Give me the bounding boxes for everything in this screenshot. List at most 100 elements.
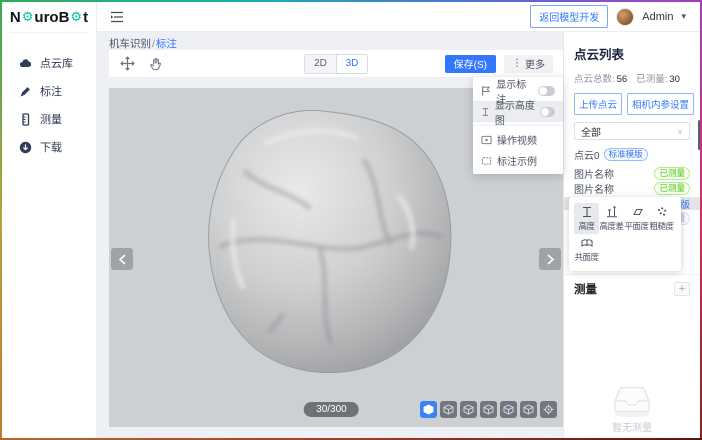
logo: N⚙uroB⚙t [2,2,96,32]
camera-intrinsics-button[interactable]: 相机内参设置 [627,93,694,115]
image-list-row[interactable]: 图片名称 已测量 [564,182,700,195]
mode-2d-button[interactable]: 2D [305,55,336,73]
panel-buttons: 上传点云 相机内参设置 [574,93,690,115]
back-to-model-dev-button[interactable]: 返回模型开发 [530,5,608,28]
total-label: 点云总数: [574,74,615,85]
view-cube-left-button[interactable] [460,401,477,418]
sidebar-item-label: 下载 [40,139,62,155]
pan-move-tool-button[interactable] [119,56,135,72]
pointcloud-panel: 点云列表 点云总数:56 已测量:30 上传点云 相机内参设置 全部 ∨ [563,32,700,438]
measurement-title: 测量 [574,281,597,297]
image-counter: 30/300 [304,402,359,417]
pointcloud-group-row[interactable]: 点云0 标准模版 [574,147,690,162]
flag-icon [481,85,491,97]
upload-pointcloud-button[interactable]: 上传点云 [574,93,622,115]
view-cube-bottom-button[interactable] [520,401,537,418]
measured-label: 已测量: [636,74,667,85]
collapse-sidebar-button[interactable] [109,9,125,25]
tool-label: 平面度 [624,220,648,232]
view-mode-toggle: 2D 3D [304,54,368,74]
view-cube-right-button[interactable] [480,401,497,418]
cloud-icon [19,57,32,70]
measurement-section-header: 测量 + [564,274,700,297]
canvas-toolbar: 2D 3D 保存(S) ⋮ 更多 [109,50,563,77]
mode-3d-button[interactable]: 3D [336,55,367,73]
sidebar-item-pointcloud-library[interactable]: 点云库 [2,49,96,77]
view-cube-back-button[interactable] [440,401,457,418]
show-annotations-toggle[interactable] [538,86,555,96]
pen-icon [19,85,32,98]
menu-item-annotation-example[interactable]: 标注示例 [473,150,563,171]
tool-label: 粗糙度 [649,220,673,232]
hand-icon [149,57,163,71]
tools-grid: 高度 高度差 平面度 [574,203,676,265]
sidebar-item-label: 标注 [40,83,62,99]
gear-icon: ⚙ [69,9,83,25]
tool-coplanarity[interactable]: 共面度 [574,234,599,265]
sidebar-nav: 点云库 标注 测量 下载 [2,49,96,161]
app-window: N⚙uroB⚙t 点云库 标注 测量 下载 [0,0,702,440]
measured-badge: 已测量 [654,167,690,180]
sidebar-item-annotate[interactable]: 标注 [2,77,96,105]
add-measurement-button[interactable]: + [674,282,690,296]
cube-icon [483,404,494,415]
image-list-row[interactable]: 图片名称 已测量 [564,167,700,180]
tool-flatness[interactable]: 平面度 [624,203,649,234]
tool-label: 高度差 [599,220,623,232]
sidebar: N⚙uroB⚙t 点云库 标注 测量 下载 [2,2,97,438]
sidebar-item-download[interactable]: 下载 [2,133,96,161]
view-cube-top-button[interactable] [500,401,517,418]
divider [10,32,88,33]
breadcrumb-current: 标注 [156,38,177,50]
crosshair-icon [543,404,554,415]
tool-label: 共面度 [574,251,598,263]
grab-hand-tool-button[interactable] [148,56,164,72]
sidebar-item-label: 测量 [40,111,62,127]
reset-view-button[interactable] [540,401,557,418]
measured-badge: 已测量 [654,182,690,195]
tooth-3d-model[interactable] [177,102,482,392]
app-root: N⚙uroB⚙t 点云库 标注 测量 下载 [2,2,700,438]
logo-text: t [83,9,88,26]
panel-title: 点云列表 [574,44,690,63]
sidebar-item-measure[interactable]: 测量 [2,105,96,133]
height-tool-icon [581,206,593,218]
caret-down-icon[interactable]: ▾ [681,11,686,22]
total-stat: 点云总数:56 [574,71,627,85]
vertical-dots-icon: ⋮ [512,58,522,69]
ruler-icon [19,113,32,126]
logo-text: N [10,9,21,26]
measured-value: 30 [669,74,680,85]
move-icon [120,56,135,71]
download-icon [19,141,32,154]
filter-select[interactable]: 全部 ∨ [574,122,690,140]
total-value: 56 [617,74,628,85]
view-cube-front-button[interactable] [420,401,437,418]
coplanarity-tool-icon [581,237,593,249]
menu-item-tutorial-video[interactable]: 操作视频 [473,129,563,150]
tool-height-difference[interactable]: 高度差 [599,203,624,234]
tool-roughness[interactable]: 粗糙度 [649,203,674,234]
roughness-tool-icon [656,206,668,218]
topbar: 返回模型开发 Admin ▾ [97,2,700,32]
prev-image-button[interactable] [111,248,133,270]
next-image-button[interactable] [539,248,561,270]
avatar[interactable] [616,8,634,26]
show-heightmap-toggle[interactable] [540,107,555,117]
example-frame-icon [481,155,492,167]
main-area: 机车识别/标注 2D 3D [97,32,563,438]
save-button[interactable]: 保存(S) [445,55,496,73]
menu-item-show-heightmap[interactable]: 显示高度图 [473,101,563,122]
body-column: 返回模型开发 Admin ▾ 机车识别/标注 [97,2,700,438]
content-row: 机车识别/标注 2D 3D [97,32,700,438]
group-name: 点云0 [574,147,600,162]
image-name: 图片名称 [574,166,614,181]
image-name: 图片名称 [574,181,614,196]
user-name[interactable]: Admin [642,11,673,23]
tool-height[interactable]: 高度 [574,203,599,234]
more-button[interactable]: ⋮ 更多 [504,55,553,73]
chevron-left-icon [118,254,127,265]
empty-text: 暂无测量 [612,419,652,434]
breadcrumb-parent[interactable]: 机车识别 [109,38,151,50]
scrollbar-thumb[interactable] [698,120,700,150]
